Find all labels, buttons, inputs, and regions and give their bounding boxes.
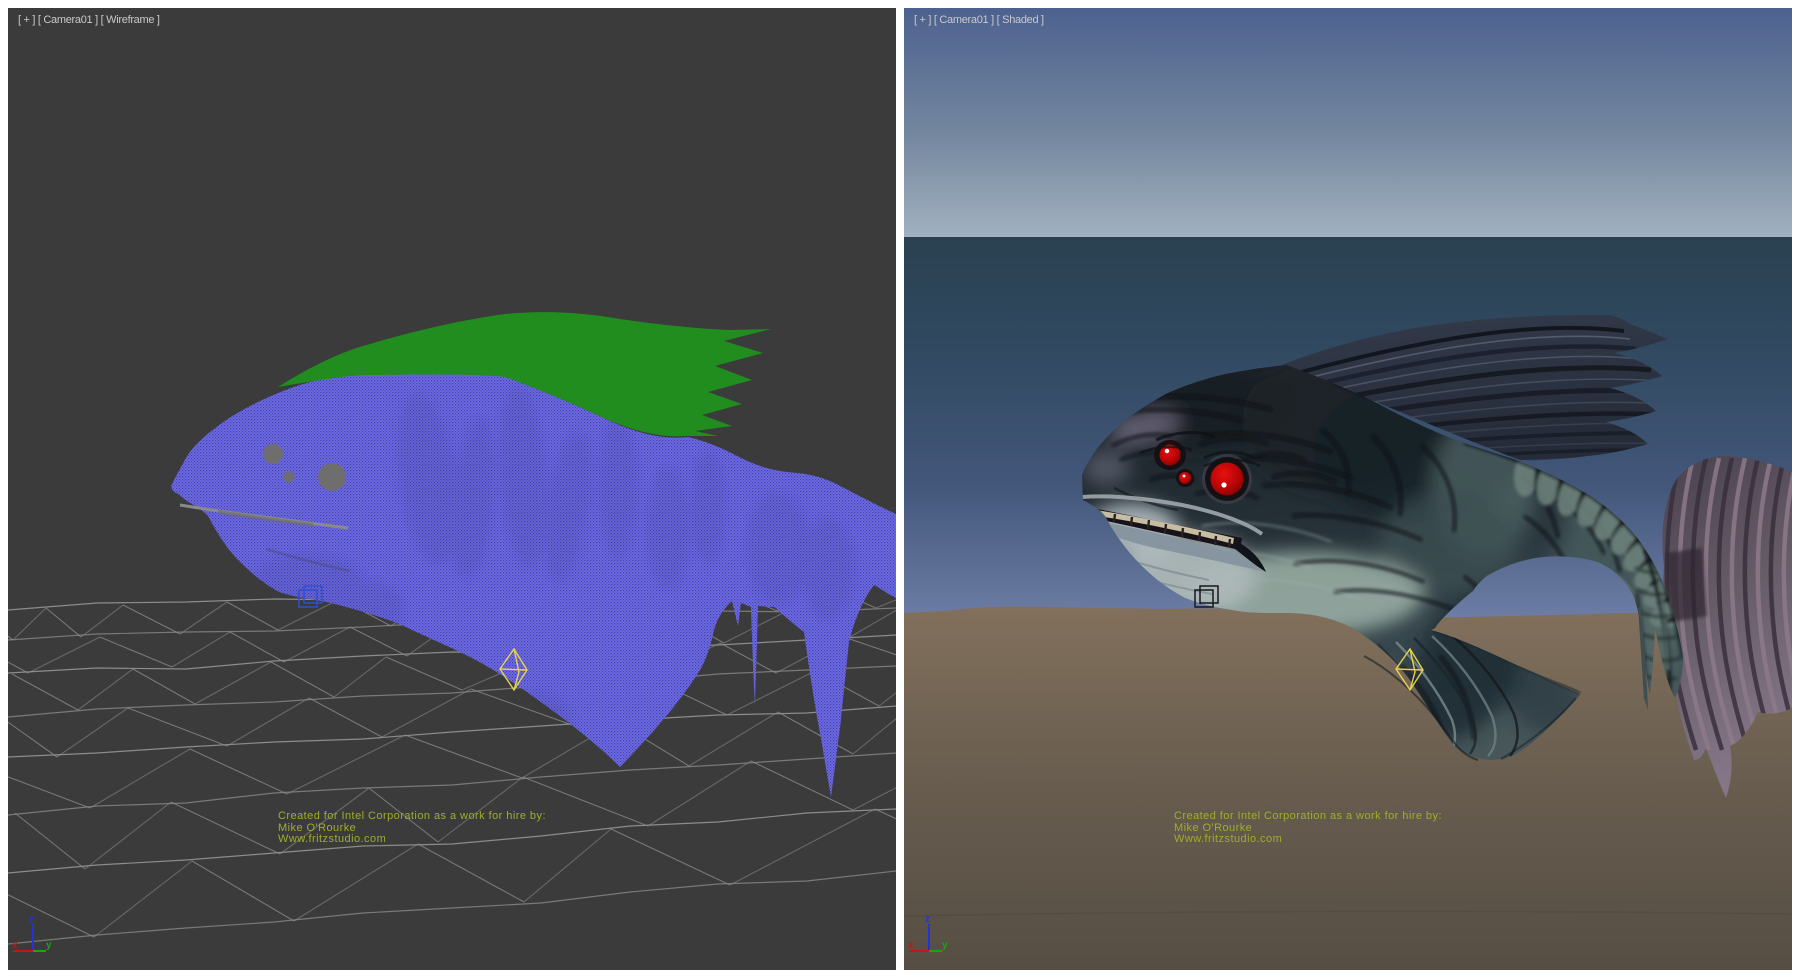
svg-text:y: y xyxy=(942,940,948,951)
svg-text:x: x xyxy=(908,940,914,951)
svg-text:z: z xyxy=(29,914,34,925)
svg-text:Www.fritzstudio.com: Www.fritzstudio.com xyxy=(1174,833,1282,845)
svg-text:Www.fritzstudio.com: Www.fritzstudio.com xyxy=(278,833,386,845)
svg-text:[ + ] [ Camera01 ] [ Wireframe: [ + ] [ Camera01 ] [ Wireframe ] xyxy=(18,14,160,26)
svg-text:y: y xyxy=(46,940,52,951)
svg-text:z: z xyxy=(925,914,930,925)
svg-text:x: x xyxy=(12,940,18,951)
svg-text:Created for Intel Corporation: Created for Intel Corporation as a work … xyxy=(278,810,546,822)
svg-text:[ + ] [ Camera01 ] [ Shaded ]: [ + ] [ Camera01 ] [ Shaded ] xyxy=(914,14,1044,26)
svg-text:Created for Intel Corporation: Created for Intel Corporation as a work … xyxy=(1174,810,1442,822)
